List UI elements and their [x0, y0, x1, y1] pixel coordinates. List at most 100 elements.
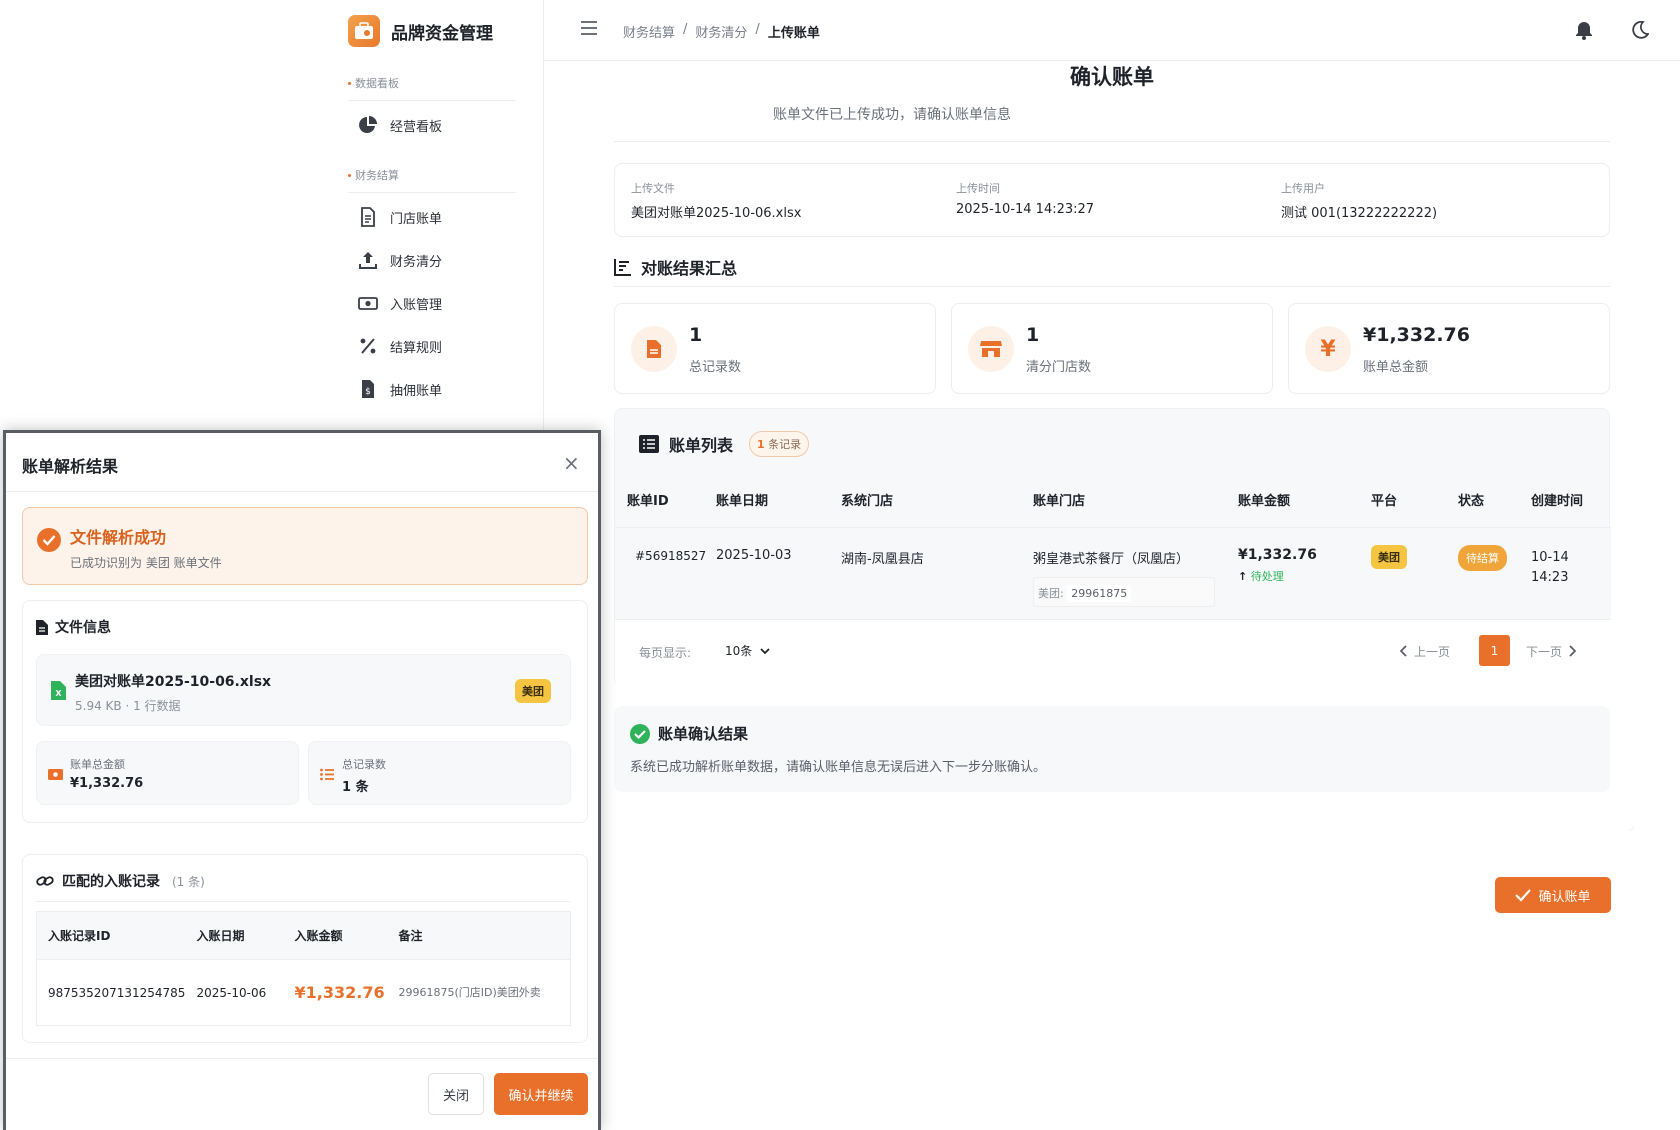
percent-icon — [360, 338, 376, 354]
menu-toggle-icon[interactable] — [580, 20, 598, 40]
success-subtitle: 已成功识别为 美团 账单文件 — [70, 556, 222, 570]
file-name: 美团对账单2025-10-06.xlsx — [75, 674, 272, 690]
stat-label: 账单总金额 — [1363, 360, 1429, 375]
bill-list-title: 账单列表 — [669, 436, 734, 455]
amount-label: 账单总金额 — [70, 758, 125, 771]
sidebar-item-commission-bills[interactable]: $ 抽佣账单 — [358, 379, 442, 399]
stat-total-amount: ¥ ¥1,332.76 账单总金额 — [1288, 303, 1610, 394]
amount-status: ↑ 待处理 — [1238, 569, 1284, 583]
modal-title: 账单解析结果 — [22, 457, 119, 476]
file-item: X 美团对账单2025-10-06.xlsx 5.94 KB · 1 行数据 美… — [36, 654, 571, 726]
table-row[interactable]: 987535207131254785 2025-10-06 ¥1,332.76 … — [37, 960, 571, 1026]
upload-time-label: 上传时间 — [956, 182, 1000, 195]
count-value: 1 条 — [342, 780, 369, 795]
upload-file-label: 上传文件 — [631, 182, 675, 195]
match-amount: ¥1,332.76 — [294, 983, 385, 1002]
bell-icon[interactable] — [1575, 20, 1593, 44]
confirm-bill-button[interactable]: 确认账单 — [1495, 877, 1611, 913]
section-title: 数据看板 — [355, 77, 399, 90]
success-check-icon — [37, 528, 61, 556]
system-store: 湖南-凤凰县店 — [841, 551, 924, 567]
link-icon — [36, 876, 54, 886]
upload-icon — [359, 252, 377, 269]
close-icon[interactable]: × — [563, 451, 580, 475]
yen-icon: ¥ — [1305, 326, 1351, 372]
document-icon — [361, 207, 375, 227]
page-size-select[interactable]: 10条 — [725, 642, 770, 659]
brand-name: 品牌资金管理 — [391, 23, 493, 44]
breadcrumb-current: 上传账单 — [767, 26, 820, 41]
bill-store-cell: 粥皇港式茶餐厅（凤凰店） 美团: 29961875 — [1033, 527, 1238, 619]
success-title: 文件解析成功 — [70, 528, 167, 547]
check-icon — [1515, 889, 1532, 902]
file-icon — [36, 619, 48, 635]
section-dashboard: 数据看板 — [348, 75, 516, 101]
stat-value: 1 — [689, 324, 703, 346]
money-icon — [358, 297, 378, 310]
section-title: 财务结算 — [355, 169, 399, 182]
excel-file-icon: X — [51, 681, 66, 704]
close-button[interactable]: 关闭 — [428, 1073, 484, 1115]
match-note: 29961875(门店ID)美团外卖 — [398, 986, 541, 999]
chevron-down-icon — [760, 647, 770, 654]
table-row[interactable]: #56918527 2025-10-03 湖南-凤凰县店 粥皇港式茶餐厅（凤凰店… — [615, 527, 1611, 619]
check-circle-icon — [630, 723, 650, 744]
sidebar-item-label: 抽佣账单 — [390, 383, 443, 399]
platform-code: 美团: 29961875 — [1033, 576, 1215, 607]
breadcrumb: 财务结算 / 财务清分 / 上传账单 — [623, 22, 820, 41]
stat-value: 1 — [1026, 324, 1040, 346]
file-meta: 5.94 KB · 1 行数据 — [75, 699, 181, 713]
page-subtitle: 账单文件已上传成功，请确认账单信息 — [773, 107, 1011, 123]
count-label: 总记录数 — [342, 758, 386, 771]
match-table-header: 入账记录ID 入账日期 入账金额 备注 — [36, 911, 571, 960]
content-area: 确认账单 账单文件已上传成功，请确认账单信息 上传文件 美团对账单2025-10… — [590, 61, 1634, 831]
sidebar-item-label: 门店账单 — [390, 211, 443, 227]
bill-amount-cell: ¥1,332.76 ↑ 待处理 — [1238, 527, 1371, 619]
bill-date: 2025-10-03 — [716, 547, 792, 563]
list-icon — [639, 435, 659, 453]
bar-chart-icon — [614, 259, 631, 276]
sidebar-item-settlement-rules[interactable]: 结算规则 — [358, 336, 442, 356]
bill-store: 粥皇港式茶餐厅（凤凰店） — [1033, 551, 1190, 567]
brand[interactable]: 品牌资金管理 — [348, 15, 493, 47]
breadcrumb-item[interactable]: 财务结算 — [623, 22, 675, 41]
matched-records-card: 匹配的入账记录 (1 条) 入账记录ID 入账日期 入账金额 备注 987535… — [22, 854, 588, 1043]
chevron-left-icon — [1400, 645, 1407, 657]
sidebar-item-clearing[interactable]: 财务清分 — [358, 250, 442, 270]
action-bar: 确认账单 — [590, 853, 1634, 933]
summary-title: 对账结果汇总 — [641, 259, 738, 278]
sidebar: 品牌资金管理 数据看板 经营看板 财务结算 门店账单 财务清分 入账管理 结算规… — [336, 0, 544, 430]
page-size-label: 每页显示: — [639, 646, 692, 660]
created-date: 10-14 — [1531, 549, 1569, 565]
sidebar-item-entry-management[interactable]: 入账管理 — [358, 293, 442, 313]
match-id: 987535207131254785 — [48, 985, 186, 1000]
file-count-box: 总记录数 1 条 — [308, 741, 571, 805]
moon-icon[interactable] — [1631, 20, 1650, 43]
sidebar-item-store-bills[interactable]: 门店账单 — [358, 207, 442, 227]
file-info-title: 文件信息 — [55, 620, 111, 636]
bill-amount: ¥1,332.76 — [1238, 546, 1317, 563]
sidebar-item-label: 经营看板 — [390, 119, 443, 135]
topbar: 财务结算 / 财务清分 / 上传账单 — [544, 0, 1680, 61]
sidebar-item-business-dashboard[interactable]: 经营看板 — [358, 115, 442, 135]
page-number-current[interactable]: 1 — [1479, 635, 1510, 666]
confirm-continue-button[interactable]: 确认并继续 — [494, 1073, 588, 1115]
parse-result-modal: 账单解析结果 × 文件解析成功 已成功识别为 美团 账单文件 文件信息 X 美团… — [3, 430, 601, 1130]
store-icon — [968, 326, 1014, 372]
next-page-button[interactable]: 下一页 — [1526, 636, 1577, 666]
prev-page-button[interactable]: 上一页 — [1400, 636, 1468, 666]
stat-total-records: 1 总记录数 — [614, 303, 936, 394]
match-count: (1 条) — [172, 874, 205, 889]
summary-heading: 对账结果汇总 — [614, 255, 737, 279]
arrow-up-icon: ↑ — [1238, 569, 1248, 583]
file-amount-box: 账单总金额 ¥1,332.76 — [36, 741, 299, 805]
breadcrumb-item[interactable]: 财务清分 — [695, 22, 747, 41]
pagination-bar: 每页显示: 10条 上一页 1 下一页 — [615, 619, 1611, 689]
upload-user-label: 上传用户 — [1281, 182, 1325, 195]
confirm-result-title: 账单确认结果 — [658, 725, 749, 743]
bill-id: #56918527 — [635, 548, 707, 563]
record-count-badge: 1 条记录 — [749, 431, 810, 457]
stat-label: 清分门店数 — [1026, 360, 1092, 375]
brand-logo-icon — [348, 15, 380, 47]
confirm-result-panel: 账单确认结果 系统已成功解析账单数据，请确认账单信息无误后进入下一步分账确认。 — [614, 706, 1610, 792]
